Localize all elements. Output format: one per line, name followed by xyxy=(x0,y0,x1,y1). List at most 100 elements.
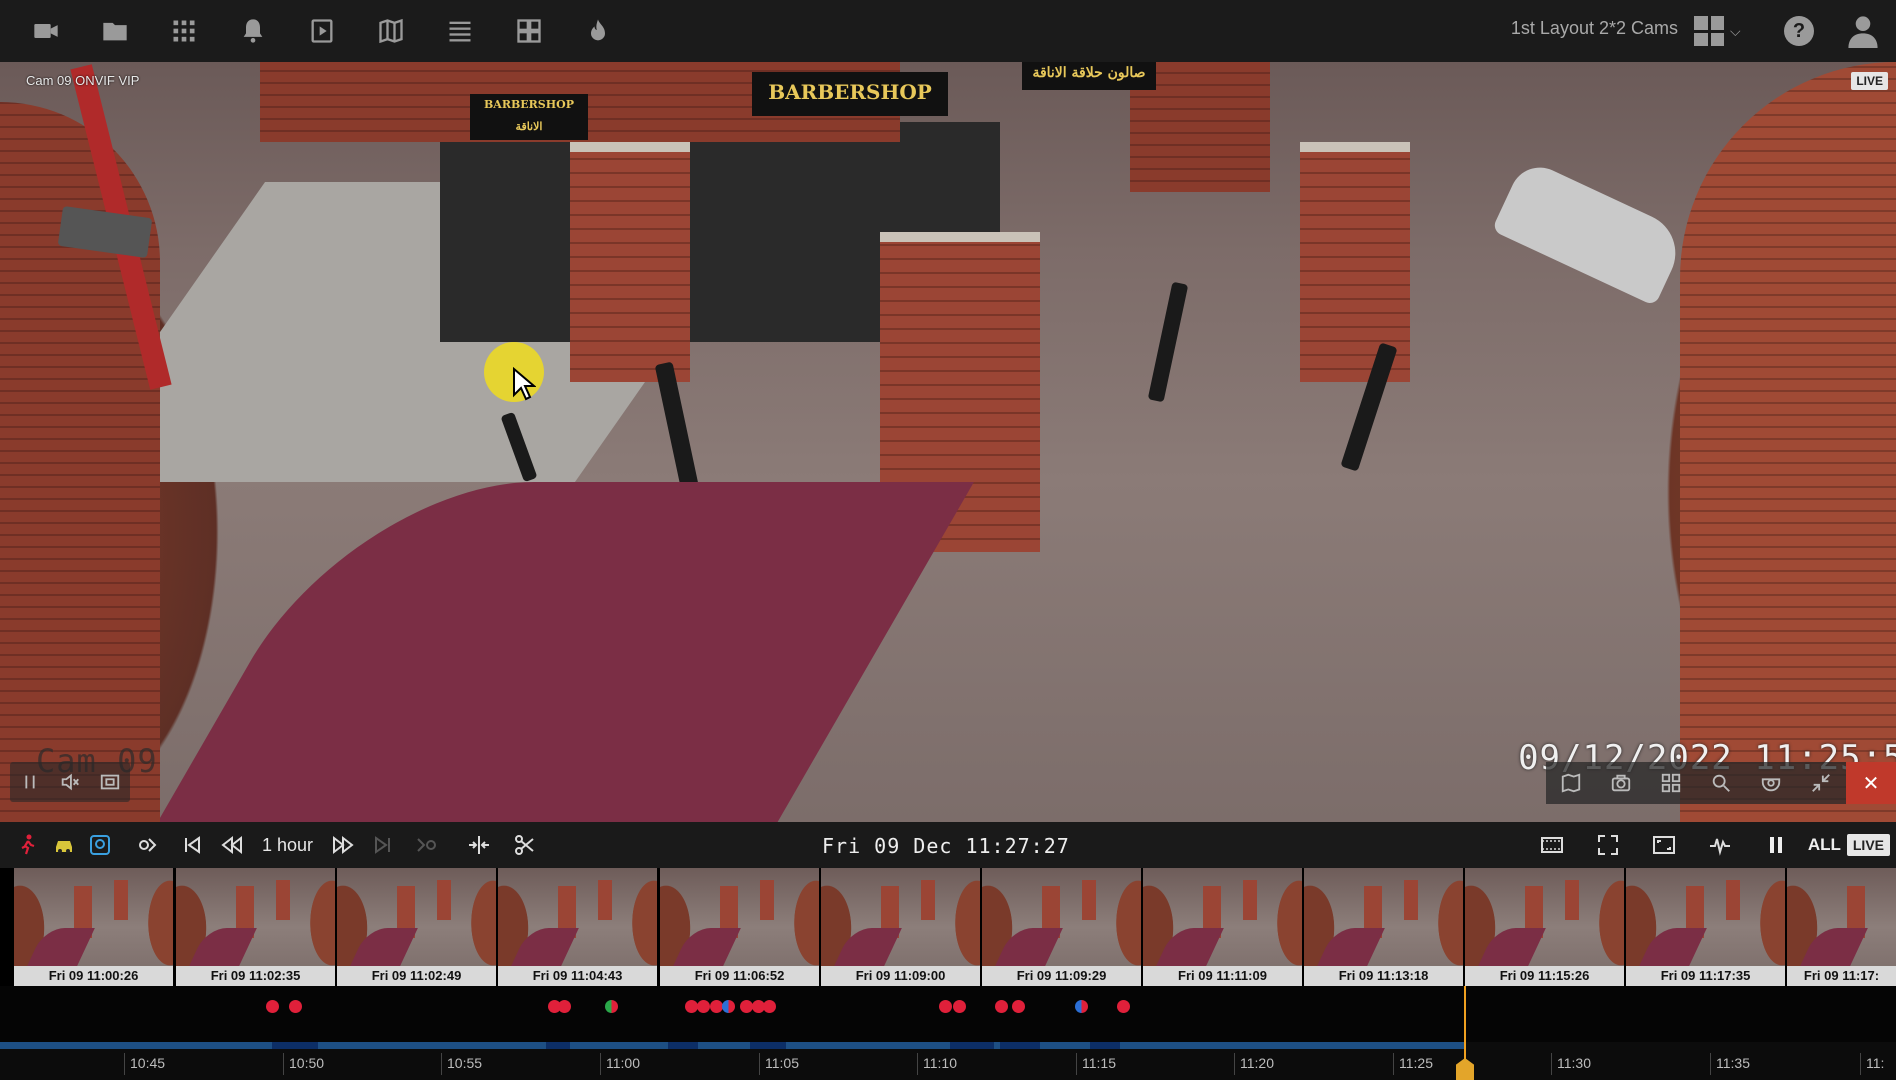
help-button[interactable]: ? xyxy=(1784,16,1814,46)
fit-frame-icon[interactable] xyxy=(90,762,130,802)
thumbnail[interactable]: Fri 09 11:09:29 xyxy=(982,868,1141,986)
ptz-icon[interactable] xyxy=(1746,762,1796,804)
layout-picker[interactable]: ⌵ xyxy=(1694,14,1750,48)
vehicle-filter-icon[interactable] xyxy=(46,822,82,868)
arabic-sign-right: صالون حلاقة الاناقة xyxy=(1022,62,1156,90)
thumbnail[interactable]: Fri 09 11:00:26 xyxy=(14,868,173,986)
user-icon[interactable] xyxy=(1848,14,1878,48)
right-wall xyxy=(1680,62,1896,822)
event-marker[interactable] xyxy=(697,1000,710,1013)
skip-start-icon[interactable] xyxy=(172,822,212,868)
arabic-sign-left: BARBERSHOP الاناقة xyxy=(470,94,588,140)
chevron-down-icon: ⌵ xyxy=(1730,22,1741,39)
tick-label: 11:30 xyxy=(1551,1053,1591,1075)
range-label: 1 hour xyxy=(262,834,314,855)
map-icon[interactable] xyxy=(1546,762,1596,804)
list-icon[interactable] xyxy=(437,8,483,54)
thumbnail[interactable]: Fri 09 11:17: xyxy=(1787,868,1896,986)
video-left-controls xyxy=(10,762,130,802)
scissors-icon[interactable] xyxy=(503,822,547,868)
tick-label: 11:05 xyxy=(759,1053,799,1075)
all-cameras-button[interactable]: ALL xyxy=(1808,835,1841,855)
thumbnail[interactable]: Fri 09 11:06:52 xyxy=(660,868,819,986)
snapshot-icon[interactable] xyxy=(1596,762,1646,804)
recording-bar[interactable] xyxy=(0,1042,1896,1049)
grid-icon[interactable] xyxy=(1646,762,1696,804)
event-marker[interactable] xyxy=(605,1000,618,1013)
filmstrip-icon[interactable] xyxy=(1524,822,1580,868)
tick-label: 11: xyxy=(1859,1053,1885,1075)
thumbnail[interactable]: Fri 09 11:17:35 xyxy=(1626,868,1785,986)
skip-end-icon[interactable] xyxy=(363,822,403,868)
event-marker[interactable] xyxy=(266,1000,279,1013)
thumbnail-label: Fri 09 11:04:43 xyxy=(532,968,623,983)
pause-button[interactable] xyxy=(1748,822,1804,868)
go-live-end-icon[interactable] xyxy=(403,822,449,868)
live-button[interactable]: LIVE xyxy=(1846,834,1890,856)
folder-icon[interactable] xyxy=(92,8,138,54)
event-marker[interactable] xyxy=(1117,1000,1130,1013)
mouse-cursor-icon xyxy=(513,367,536,401)
waveform-icon[interactable] xyxy=(1692,822,1748,868)
camera-icon[interactable] xyxy=(23,8,69,54)
event-marker[interactable] xyxy=(1012,1000,1025,1013)
camera-video-view[interactable]: BARBERSHOP صالون حلاقة الاناقة BARBERSHO… xyxy=(0,62,1896,822)
thumbnail-label: Fri 09 11:17: xyxy=(1803,968,1880,983)
thumbnail-label: Fri 09 11:09:00 xyxy=(855,968,946,983)
thumbnail[interactable]: Fri 09 11:15:26 xyxy=(1465,868,1624,986)
tick-label: 10:50 xyxy=(282,1053,325,1075)
close-button[interactable]: ✕ xyxy=(1846,762,1896,804)
loop-icon[interactable] xyxy=(126,822,172,868)
event-marker[interactable] xyxy=(722,1000,735,1013)
event-marker[interactable] xyxy=(289,1000,302,1013)
thumbnail-label: Fri 09 11:13:18 xyxy=(1338,968,1429,983)
fire-icon[interactable] xyxy=(575,8,621,54)
recording-segment xyxy=(668,1042,698,1049)
fast-forward-icon[interactable] xyxy=(323,822,363,868)
tick-label: 11:10 xyxy=(917,1053,957,1075)
thumbnail[interactable]: Fri 09 11:04:43 xyxy=(498,868,657,986)
thumbnail-label: Fri 09 11:06:52 xyxy=(694,968,785,983)
thumbnail[interactable]: Fri 09 11:02:35 xyxy=(176,868,335,986)
awning xyxy=(146,482,974,822)
motion-person-filter-icon[interactable] xyxy=(10,822,46,868)
timeline-ruler[interactable]: 10:45 10:50 10:55 11:00 11:05 11:10 11:1… xyxy=(0,1049,1896,1080)
zoom-icon[interactable] xyxy=(1696,762,1746,804)
thumbnail-strip: Fri 09 11:00:26 Fri 09 11:02:35 Fri 09 1… xyxy=(0,868,1896,986)
thumbnail[interactable]: Fri 09 11:13:18 xyxy=(1304,868,1463,986)
live-badge: LIVE xyxy=(1851,72,1888,90)
thumbnail-label: Fri 09 11:09:29 xyxy=(1016,968,1107,983)
pause-icon[interactable] xyxy=(10,762,50,802)
range-selector[interactable]: 1 hour xyxy=(252,822,323,868)
rewind-icon[interactable] xyxy=(212,822,252,868)
event-marker[interactable] xyxy=(763,1000,776,1013)
layout-icon[interactable] xyxy=(506,8,552,54)
recording-segment xyxy=(750,1042,786,1049)
aspect-ratio-icon[interactable] xyxy=(1636,822,1692,868)
face-filter-icon[interactable] xyxy=(82,822,118,868)
thumbnail[interactable]: Fri 09 11:09:00 xyxy=(821,868,980,986)
thumbnail[interactable]: Fri 09 11:02:49 xyxy=(337,868,496,986)
playback-icon[interactable] xyxy=(299,8,345,54)
mute-icon[interactable] xyxy=(50,762,90,802)
video-right-controls: ✕ xyxy=(1546,762,1896,804)
current-time: Fri 09 Dec 11:27:27 xyxy=(822,834,1070,858)
layout-grid-icon xyxy=(1694,16,1724,46)
event-marker[interactable] xyxy=(558,1000,571,1013)
thumbnail[interactable]: Fri 09 11:11:09 xyxy=(1143,868,1302,986)
fullscreen-icon[interactable] xyxy=(1580,822,1636,868)
layout-name[interactable]: 1st Layout 2*2 Cams xyxy=(1511,18,1678,39)
recording-segment xyxy=(272,1042,318,1049)
event-marker[interactable] xyxy=(953,1000,966,1013)
minimize-icon[interactable] xyxy=(1796,762,1846,804)
event-marker[interactable] xyxy=(995,1000,1008,1013)
event-marker[interactable] xyxy=(939,1000,952,1013)
split-marker-icon[interactable] xyxy=(455,822,503,868)
event-track xyxy=(0,986,1896,1042)
event-marker[interactable] xyxy=(1075,1000,1088,1013)
apps-grid-icon[interactable] xyxy=(161,8,207,54)
bell-icon[interactable] xyxy=(230,8,276,54)
tick-label: 11:35 xyxy=(1710,1053,1750,1075)
thumbnail-label: Fri 09 11:02:35 xyxy=(210,968,301,983)
map-icon[interactable] xyxy=(368,8,414,54)
